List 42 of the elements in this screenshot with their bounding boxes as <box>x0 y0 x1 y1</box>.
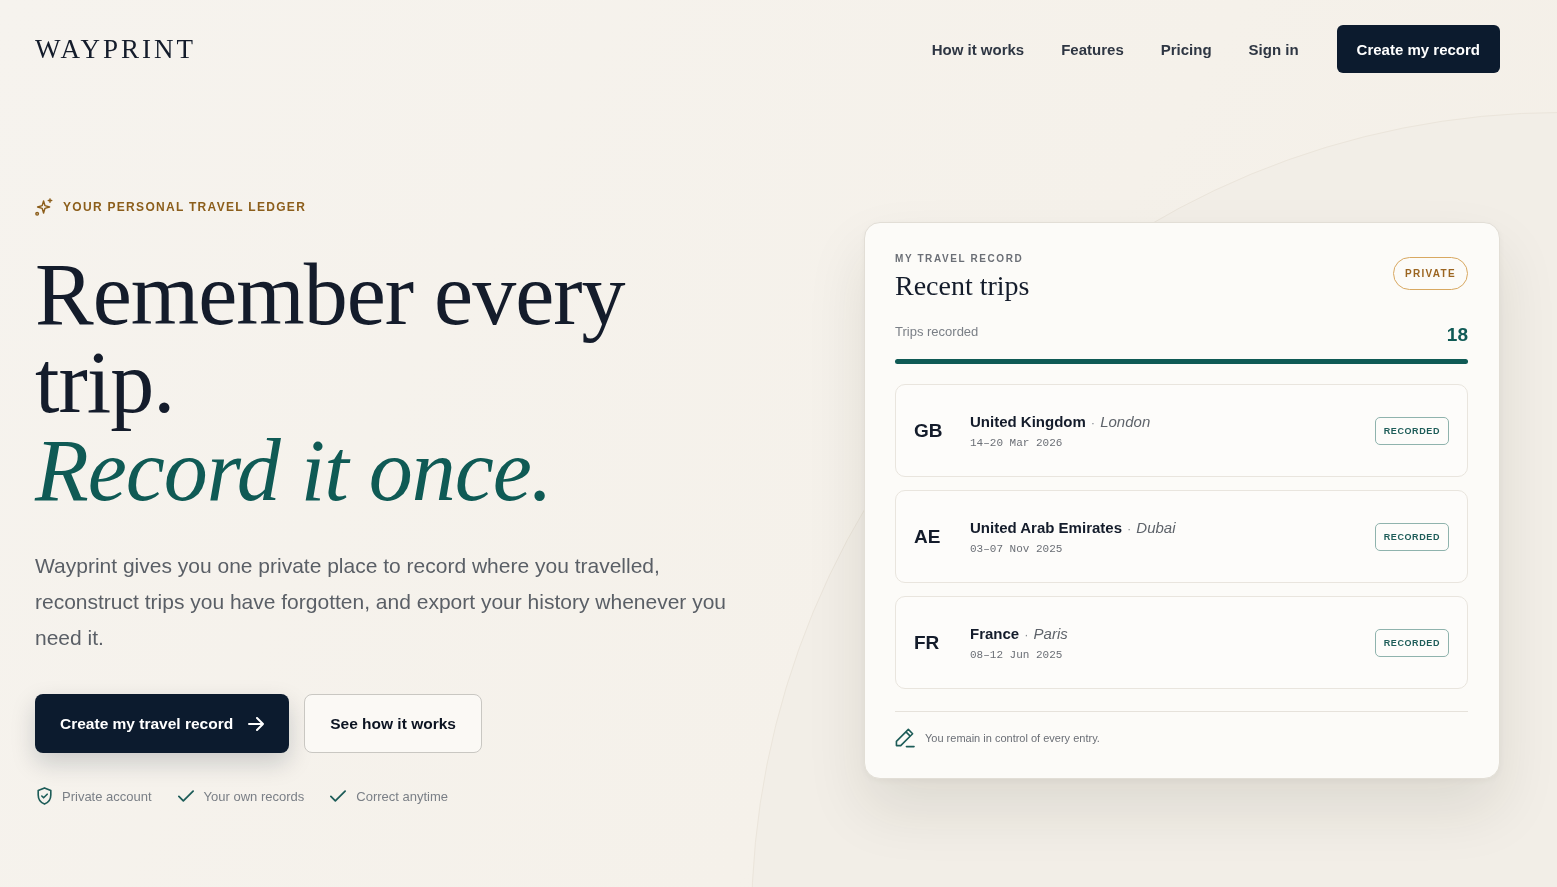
trip-dates: 03–07 Nov 2025 <box>970 542 1064 555</box>
separator-dot: · <box>1024 626 1029 642</box>
eyebrow-text: YOUR PERSONAL TRAVEL LEDGER <box>63 200 307 214</box>
nav-link[interactable]: How it works <box>931 40 1025 58</box>
trip-dates: 08–12 Jun 2025 <box>970 648 1064 661</box>
separator-dot: · <box>1127 520 1132 536</box>
card-eyebrow: MY TRAVEL RECORD <box>895 253 1025 264</box>
nav-link[interactable]: Sign in <box>1248 40 1299 58</box>
trip-dates: 14–20 Mar 2026 <box>970 436 1064 449</box>
separator-dot: · <box>1090 414 1096 430</box>
pencil-icon <box>895 728 915 748</box>
assurance-label: Your own records <box>203 788 305 804</box>
footer-note: You remain in control of every entry. <box>925 732 1100 744</box>
country-name: United Kingdom <box>970 412 1086 430</box>
stat-count: 18 <box>1446 326 1468 344</box>
nav-link[interactable]: Pricing <box>1160 40 1212 58</box>
assurance-label: Private account <box>62 788 152 804</box>
country-code: AE <box>914 525 942 548</box>
description: Wayprint gives you one private place to record where you travelled, reconstruct trips you have forgotten, and export your history whenever you need it. <box>35 553 728 651</box>
city-name: London <box>1100 412 1151 430</box>
logo: WAYPRINT <box>35 33 197 65</box>
status-tag: RECORDED <box>1374 522 1449 551</box>
shield-check-icon <box>37 787 52 805</box>
check-icon <box>177 790 194 802</box>
create-record-button[interactable]: Create my record <box>1336 25 1500 73</box>
assurance-label: Correct anytime <box>356 788 449 804</box>
city-name: Dubai <box>1136 518 1176 536</box>
arrow-right-icon <box>248 716 265 731</box>
card-title: Recent trips <box>895 270 1030 302</box>
city-name: Paris <box>1033 624 1068 642</box>
create-travel-record-button[interactable]: Create my travel record <box>35 694 290 753</box>
country-name: France <box>970 624 1020 642</box>
status-tag: RECORDED <box>1374 416 1449 445</box>
country-code: FR <box>914 631 941 654</box>
country-name: United Arab Emirates <box>970 518 1122 536</box>
stat-label: Trips recorded <box>895 324 979 340</box>
check-icon <box>330 790 347 802</box>
see-how-it-works-button[interactable]: See how it works <box>304 694 482 753</box>
status-tag: RECORDED <box>1374 628 1449 657</box>
nav-link[interactable]: Features <box>1061 40 1124 58</box>
country-code: GB <box>914 419 944 442</box>
sparkle-icon <box>35 198 53 216</box>
